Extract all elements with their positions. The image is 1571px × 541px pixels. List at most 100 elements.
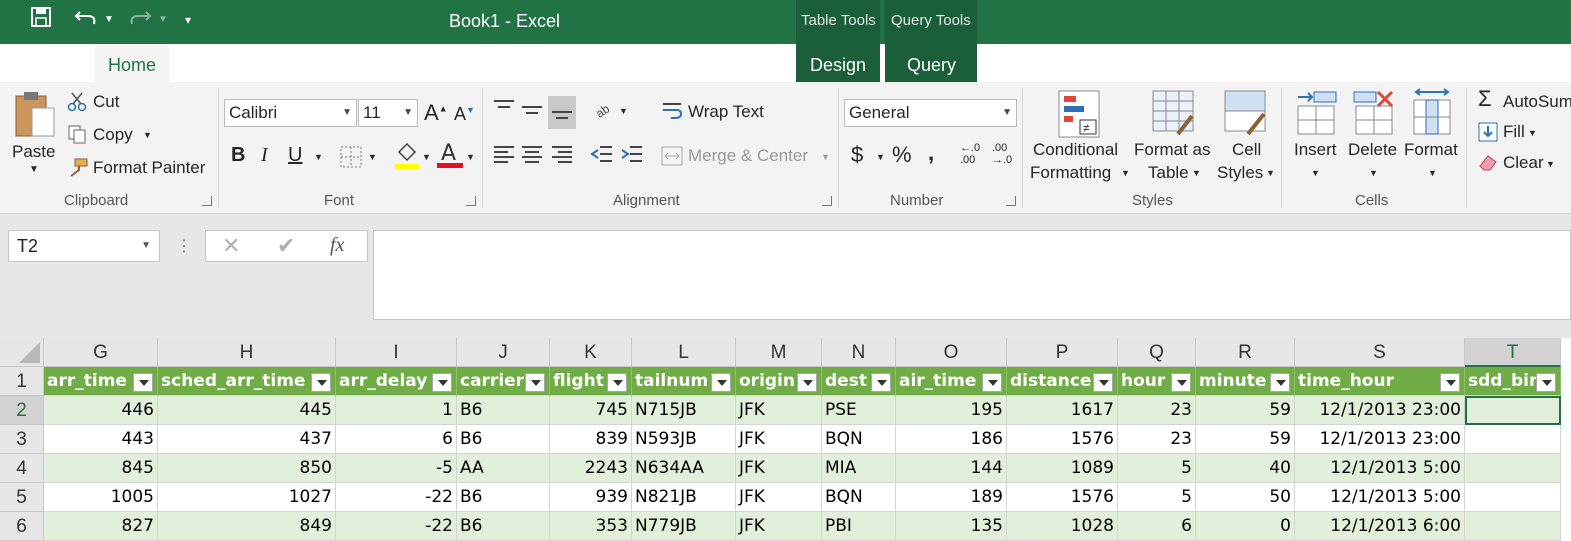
data-cell[interactable]: 1028	[1007, 512, 1118, 541]
align-bottom-icon[interactable]	[548, 96, 576, 129]
insert-function-icon[interactable]: fx	[330, 234, 344, 257]
number-launcher-icon[interactable]	[1006, 196, 1016, 206]
cut-button[interactable]: Cut	[93, 92, 119, 112]
filter-dropdown-icon[interactable]	[871, 373, 891, 392]
align-center-icon[interactable]	[520, 144, 544, 171]
currency-icon[interactable]: $	[851, 142, 863, 168]
tab-design[interactable]: Design	[810, 52, 866, 82]
table-header-cell[interactable]: carrier	[457, 367, 550, 396]
tab-insert[interactable]: Insert	[186, 52, 231, 82]
row-header-6[interactable]: 6	[0, 512, 44, 541]
filter-dropdown-icon[interactable]	[982, 373, 1002, 392]
data-cell[interactable]: 1576	[1007, 425, 1118, 454]
font-launcher-icon[interactable]	[466, 196, 476, 206]
alignment-launcher-icon[interactable]	[822, 196, 832, 206]
undo-dropdown-icon[interactable]: ▼	[104, 6, 114, 34]
data-cell[interactable]	[1465, 454, 1561, 483]
data-cell[interactable]: 6	[1118, 512, 1196, 541]
grow-font-icon[interactable]: A▲	[424, 100, 448, 126]
data-cell[interactable]: 6	[336, 425, 457, 454]
cell-styles-dropdown-icon[interactable]: ▼	[1266, 168, 1275, 178]
data-cell[interactable]: 1089	[1007, 454, 1118, 483]
row-header-5[interactable]: 5	[0, 483, 44, 512]
font-color-icon[interactable]: A	[437, 140, 463, 175]
data-cell[interactable]: BQN	[822, 483, 896, 512]
data-cell[interactable]: B6	[457, 483, 550, 512]
table-header-cell[interactable]: tailnum	[632, 367, 736, 396]
data-cell[interactable]: PSE	[822, 396, 896, 425]
align-middle-icon[interactable]	[520, 98, 544, 125]
fill-color-icon[interactable]	[395, 142, 419, 175]
data-cell[interactable]: MIA	[822, 454, 896, 483]
tell-me-search[interactable]: Tell me what you want to do...	[1019, 54, 1256, 75]
data-cell[interactable]: 745	[550, 396, 632, 425]
data-cell[interactable]: 189	[896, 483, 1007, 512]
data-cell[interactable]: -5	[336, 454, 457, 483]
redo-dropdown-icon[interactable]: ▼	[158, 6, 168, 34]
decrease-decimal-icon[interactable]: .00 →.0	[992, 142, 1012, 166]
save-icon[interactable]	[30, 6, 52, 34]
row-header-4[interactable]: 4	[0, 454, 44, 483]
data-cell[interactable]: 50	[1196, 483, 1295, 512]
data-cell[interactable]: N593JB	[632, 425, 736, 454]
column-header-h[interactable]: H	[158, 338, 336, 367]
currency-dropdown-icon[interactable]: ▼	[876, 152, 885, 162]
borders-dropdown-icon[interactable]: ▼	[368, 152, 377, 162]
data-cell[interactable]: 23	[1118, 425, 1196, 454]
data-cell[interactable]: 23	[1118, 396, 1196, 425]
select-all-corner[interactable]	[0, 338, 44, 367]
column-header-n[interactable]: N	[822, 338, 896, 367]
decrease-indent-icon[interactable]	[590, 144, 614, 171]
data-cell[interactable]: 12/1/2013 23:00	[1295, 425, 1465, 454]
tab-query[interactable]: Query	[907, 52, 956, 82]
insert-cells-button[interactable]: Insert	[1294, 140, 1337, 160]
data-cell[interactable]: 437	[158, 425, 336, 454]
data-cell[interactable]: JFK	[736, 454, 822, 483]
format-as-table-label1[interactable]: Format as	[1134, 140, 1211, 160]
increase-indent-icon[interactable]	[620, 144, 644, 171]
data-cell[interactable]: N634AA	[632, 454, 736, 483]
data-cell[interactable]: 5	[1118, 454, 1196, 483]
font-size-combo[interactable]: 11 ▼	[358, 99, 418, 127]
merge-dropdown-icon[interactable]: ▼	[821, 152, 830, 162]
name-box-dropdown-icon[interactable]: ▼	[141, 231, 151, 261]
column-header-q[interactable]: Q	[1118, 338, 1196, 367]
table-header-cell[interactable]: time_hour	[1295, 367, 1465, 396]
filter-dropdown-icon[interactable]	[1536, 373, 1556, 392]
filter-dropdown-icon[interactable]	[432, 373, 452, 392]
filter-dropdown-icon[interactable]	[525, 373, 545, 392]
data-cell[interactable]	[1465, 512, 1561, 541]
table-header-cell[interactable]: sched_arr_time	[158, 367, 336, 396]
data-cell[interactable]: AA	[457, 454, 550, 483]
column-header-r[interactable]: R	[1196, 338, 1295, 367]
row-header-3[interactable]: 3	[0, 425, 44, 454]
data-cell[interactable]: 827	[44, 512, 158, 541]
table-header-cell[interactable]: arr_delay	[336, 367, 457, 396]
format-as-table-label2[interactable]: Table	[1148, 163, 1189, 183]
filter-dropdown-icon[interactable]	[797, 373, 817, 392]
clipboard-launcher-icon[interactable]	[202, 196, 212, 206]
redo-icon[interactable]	[126, 6, 152, 34]
data-cell[interactable]: -22	[336, 483, 457, 512]
data-cell[interactable]: -22	[336, 512, 457, 541]
data-cell[interactable]: 849	[158, 512, 336, 541]
column-header-t[interactable]: T	[1465, 338, 1561, 367]
filter-dropdown-icon[interactable]	[311, 373, 331, 392]
conditional-formatting-dropdown-icon[interactable]: ▼	[1121, 168, 1130, 178]
data-cell[interactable]: 40	[1196, 454, 1295, 483]
data-cell[interactable]: 1027	[158, 483, 336, 512]
fill-color-dropdown-icon[interactable]: ▼	[422, 152, 431, 162]
table-header-cell[interactable]: dest	[822, 367, 896, 396]
format-cells-dropdown-icon[interactable]: ▼	[1428, 168, 1437, 178]
data-cell[interactable]: 1005	[44, 483, 158, 512]
clear-dropdown-icon[interactable]: ▼	[1546, 159, 1555, 169]
data-cell[interactable]: 12/1/2013 23:00	[1295, 396, 1465, 425]
conditional-formatting-label2[interactable]: Formatting	[1030, 163, 1111, 183]
tab-formulas[interactable]: Formulas	[383, 52, 458, 82]
column-header-g[interactable]: G	[44, 338, 158, 367]
row-header-2[interactable]: 2	[0, 396, 44, 425]
data-cell[interactable]: 0	[1196, 512, 1295, 541]
tab-review[interactable]: Review	[551, 52, 610, 82]
cell-styles-label2[interactable]: Styles	[1217, 163, 1263, 183]
data-cell[interactable]: N715JB	[632, 396, 736, 425]
